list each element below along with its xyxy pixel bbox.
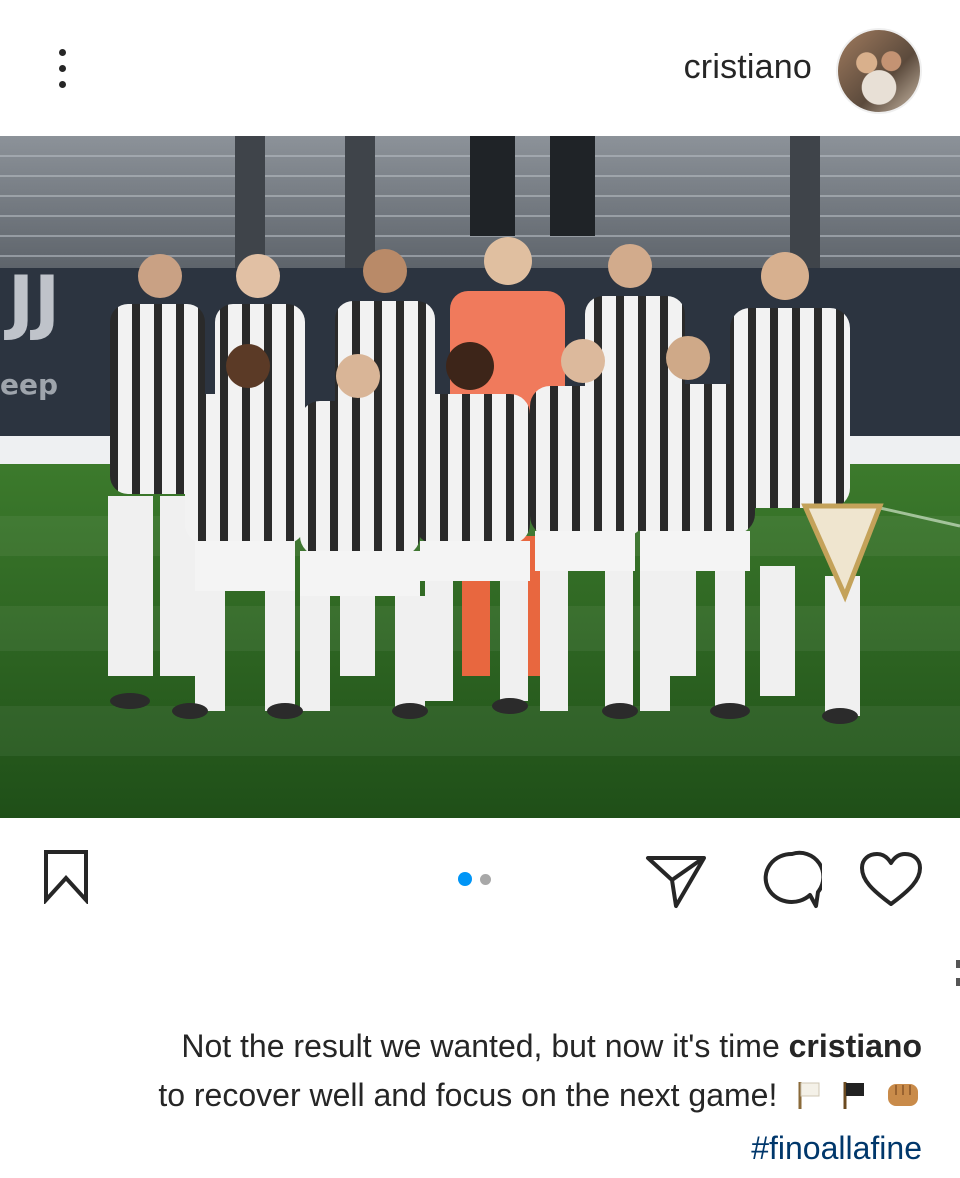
caption-text-line1: Not the result we wanted, but now it's t…: [181, 1028, 780, 1064]
post-header: cristiano: [0, 0, 960, 136]
carousel-dot-active: [458, 872, 472, 886]
bookmark-icon[interactable]: [38, 848, 94, 906]
white-flag-icon: [796, 1075, 822, 1124]
black-flag-icon: [841, 1075, 867, 1124]
scroll-marks: [956, 960, 960, 1020]
dot: [58, 48, 66, 56]
post-action-bar: [0, 818, 960, 938]
caption-author[interactable]: cristiano: [789, 1028, 922, 1064]
post-author-username[interactable]: cristiano: [684, 48, 812, 87]
dot: [58, 64, 66, 72]
heart-icon[interactable]: [858, 850, 924, 910]
svg-text:JJ: JJ: [4, 261, 60, 343]
fist-icon: [886, 1075, 922, 1124]
dot: [58, 80, 66, 88]
mark: [956, 978, 960, 986]
more-options-icon[interactable]: [42, 40, 82, 96]
carousel-dot: [480, 873, 491, 885]
post-image[interactable]: JJ eep: [0, 136, 960, 818]
carousel-indicator: [458, 872, 491, 886]
caption-text-line2: to recover well and focus on the next ga…: [158, 1077, 778, 1113]
comment-icon[interactable]: [762, 850, 826, 910]
post-caption: Not the result we wanted, but now it's t…: [42, 1022, 922, 1173]
author-avatar[interactable]: [836, 28, 922, 114]
send-icon[interactable]: [644, 850, 708, 910]
caption-hashtag[interactable]: #finoallafine: [751, 1130, 922, 1166]
svg-text:eep: eep: [0, 368, 58, 401]
team-photo-illustration: JJ eep: [0, 136, 960, 818]
mark: [956, 960, 960, 968]
